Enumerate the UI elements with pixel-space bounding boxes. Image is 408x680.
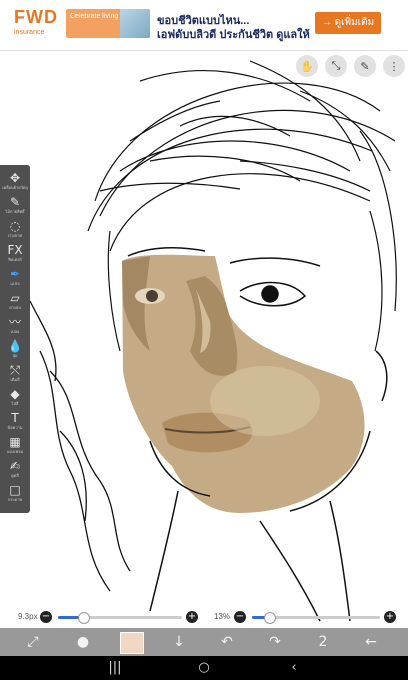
tool-label: แปรง [10,281,20,286]
back-icon[interactable]: ← [360,632,382,652]
fill-icon: ⤲ [10,363,20,377]
tool-label: ไม้กายสิทธิ์ [5,209,25,214]
brush-size-value: 9.3px [18,612,38,621]
layers-icon[interactable]: 2 [312,632,334,652]
opacity-slider[interactable] [252,612,380,624]
recents-icon[interactable]: ||| [104,659,126,677]
tool-frame[interactable]: ▦ แบ่งเฟรม [2,435,28,454]
undo-icon[interactable]: ↶ [216,632,238,652]
eyedropper-icon: ✍ [9,459,21,473]
menu-button[interactable]: ⋮ [383,55,405,77]
ad-cta-button[interactable]: → ดูเพิ่มเติม [315,12,381,34]
tool-canvas[interactable]: □ กระดาษ [2,483,28,502]
opacity-decrease-button[interactable]: − [234,611,246,623]
tool-label: เติมสี [10,377,20,382]
tool-label: บ่วงบาศ [7,233,23,238]
transform-button[interactable]: ⤡ [325,55,347,77]
tool-label: กระดาษ [7,497,23,502]
tool-label: เคลื่อนย้ายวัตถุ [2,185,28,190]
ad-logo: FWD [14,7,58,27]
tool-label: ดูดสี [11,473,19,478]
redo-icon[interactable]: ↷ [264,632,286,652]
ad-tile-text: Celebrate living [70,13,119,20]
slider-bar: 9.3px − + 13% − + [0,607,408,627]
tool-label: ลุ่ม [12,353,18,358]
gradient-icon: ◆ [10,387,20,401]
size-decrease-button[interactable]: − [40,611,52,623]
drawing-canvas[interactable] [0,51,408,629]
move-icon: ✥ [9,171,21,185]
eraser-icon: ▱ [10,291,20,305]
ad-logo-sub: insurance [14,29,45,36]
tool-blur[interactable]: 💧 ลุ่ม [2,339,28,358]
color-swatch[interactable] [120,632,144,654]
lasso-icon: ◌ [9,219,21,233]
download-icon[interactable]: ↓ [168,632,190,652]
tool-fill[interactable]: ⤲ เติมสี [2,363,28,382]
tool-label: ฟิลเตอร์ [8,257,22,262]
tool-label: ข้อความ [7,425,23,430]
brush-icon: ✒ [9,267,21,281]
canvas-icon: □ [9,483,21,497]
tool-gradient[interactable]: ◆ ไล่สี [2,387,28,406]
opacity-increase-button[interactable]: + [384,611,396,623]
tool-label: ไล่สี [11,401,19,406]
bottom-toolbar: ⤢ ● ↓ ↶ ↷ 2 ← [0,628,408,656]
tool-text[interactable]: T ข้อความ [2,411,28,430]
fx-icon: FX [7,243,23,257]
hand-button[interactable]: ✋ [296,55,318,77]
ad-image-tile[interactable]: Celebrate living [66,9,150,38]
pen-icon: ✎ [360,59,370,73]
tool-eraser[interactable]: ▱ ยางลบ [2,291,28,310]
tool-palette: ✥ เคลื่อนย้ายวัตถุ ✎ ไม้กายสิทธิ์ ◌ บ่วงบาศ FX… [0,165,30,513]
blur-icon: 💧 [7,339,23,353]
home-icon[interactable]: ○ [193,659,215,677]
frame-icon: ▦ [9,435,21,449]
ad-banner[interactable]: FWD insurance Celebrate living ขอบชีวิตแ… [0,0,408,51]
tool-eyedropper[interactable]: ✍ ดูดสี [2,459,28,478]
brush-preview-icon[interactable]: ● [72,632,94,652]
painted-cheek-light [210,366,320,436]
opacity-value: 13% [214,612,231,621]
tool-fx[interactable]: FX ฟิลเตอร์ [2,243,28,262]
magic-wand-icon: ✎ [9,195,21,209]
tool-magic-wand[interactable]: ✎ ไม้กายสิทธิ์ [2,195,28,214]
tool-brush[interactable]: ✒ แปรง [2,267,28,286]
ad-subline: เอฟดับบลิวดี ประกันชีวิต ดูแลให้ [157,29,310,41]
size-increase-button[interactable]: + [186,611,198,623]
brush-size-slider[interactable] [58,612,182,624]
tool-label: แบ่งเฟรม [6,449,24,454]
tool-label: ยางลบ [9,305,21,310]
back-nav-icon[interactable]: ‹ [283,659,305,677]
android-nav-bar: ||| ○ ‹ [0,656,408,680]
tool-smudge[interactable]: 〰เบลอ [2,315,28,334]
pen-button[interactable]: ✎ [354,55,376,77]
brush-size-knob[interactable] [77,612,90,624]
tool-lasso[interactable]: ◌ บ่วงบาศ [2,219,28,238]
menu-icon: ⋮ [388,59,400,73]
quick-tools-icon[interactable]: ⤢ [22,632,44,652]
tool-label: เบลอ [10,329,20,334]
smudge-icon: 〰 [8,315,21,329]
text-icon: T [11,411,19,425]
tool-move[interactable]: ✥ เคลื่อนย้ายวัตถุ [2,171,28,190]
ad-photo [120,9,150,38]
hand-tool-icon: ✋ [300,59,314,73]
opacity-knob[interactable] [263,612,276,624]
transform-icon: ⤡ [331,59,341,72]
